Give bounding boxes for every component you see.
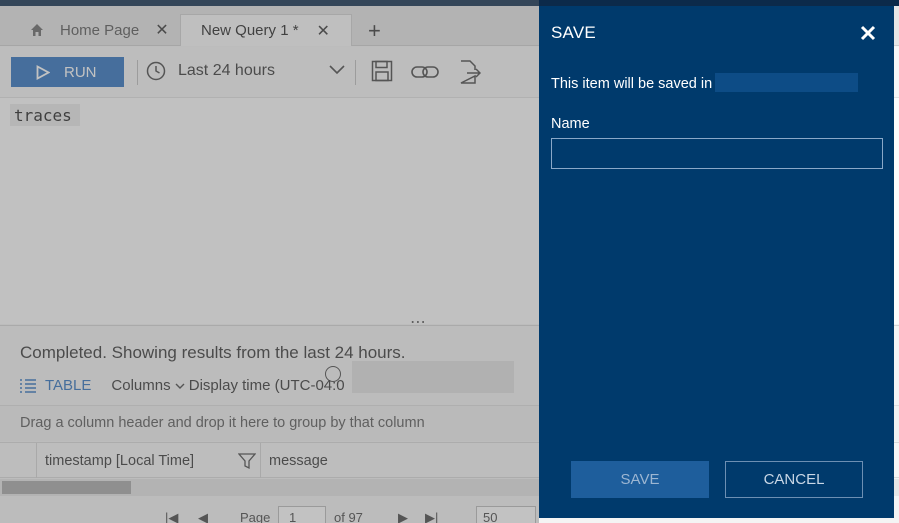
panel-title: SAVE [551,23,596,42]
save-button[interactable]: SAVE [571,461,709,498]
saved-in-text: This item will be saved in [551,76,713,92]
cancel-button[interactable]: CANCEL [725,461,863,498]
name-input[interactable] [551,138,883,169]
modal-dim-overlay[interactable] [0,0,539,523]
redacted-location [715,73,858,92]
save-panel: SAVE This item will be saved in Name SAV… [539,6,894,518]
close-icon[interactable] [860,25,876,41]
name-label: Name [551,116,590,132]
